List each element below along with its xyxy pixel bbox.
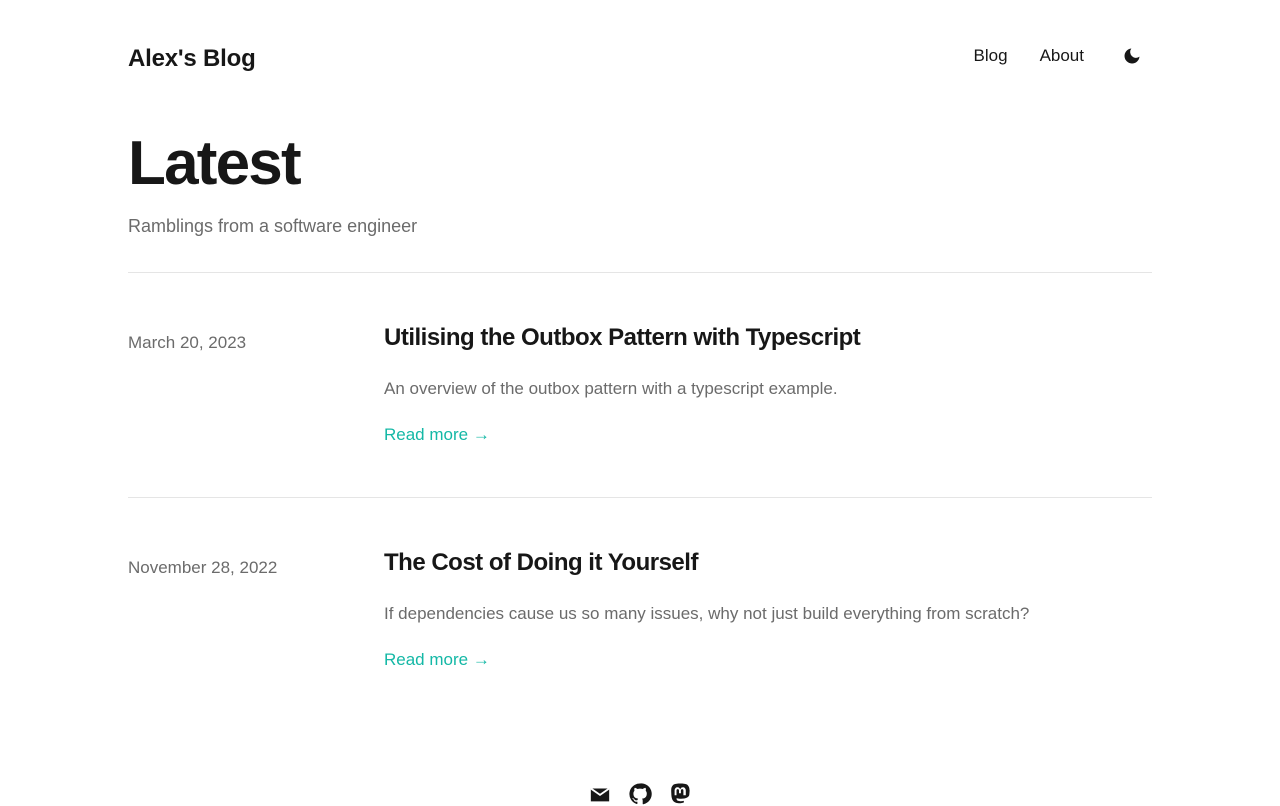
post-summary: An overview of the outbox pattern with a… [384, 379, 838, 398]
mastodon-link[interactable] [668, 782, 692, 806]
social-links [0, 782, 1280, 806]
post-title-link[interactable]: Utilising the Outbox Pattern with Typesc… [384, 321, 861, 355]
page-subtitle: Ramblings from a software engineer [128, 216, 418, 236]
read-more-link[interactable]: Read more → [384, 423, 490, 447]
post-item: November 28, 2022 The Cost of Doing it Y… [128, 546, 1152, 696]
nav-link-blog[interactable]: Blog [974, 44, 1008, 68]
divider [128, 272, 1152, 273]
divider [128, 497, 1152, 498]
post-title-link[interactable]: The Cost of Doing it Yourself [384, 546, 698, 580]
github-link[interactable] [628, 782, 652, 806]
mail-icon [590, 787, 610, 802]
mastodon-icon [671, 783, 690, 804]
post-date: November 28, 2022 [128, 558, 278, 577]
post-summary: If dependencies cause us so many issues,… [384, 604, 1030, 623]
site-title[interactable]: Alex's Blog [128, 44, 256, 74]
post-date: March 20, 2023 [128, 333, 247, 352]
main-nav: Blog About [974, 44, 1152, 68]
moon-icon [1124, 48, 1140, 64]
github-icon [629, 783, 652, 805]
post-item: March 20, 2023 Utilising the Outbox Patt… [128, 321, 1152, 471]
page-title: Latest [128, 129, 302, 198]
read-more-link[interactable]: Read more → [384, 648, 490, 672]
mail-link[interactable] [588, 782, 612, 806]
hero-section: Latest Ramblings from a software enginee… [128, 128, 1152, 238]
nav-link-about[interactable]: About [1040, 44, 1084, 68]
site-header: Alex's Blog Blog About [128, 0, 1152, 112]
theme-toggle-button[interactable] [1120, 44, 1144, 68]
